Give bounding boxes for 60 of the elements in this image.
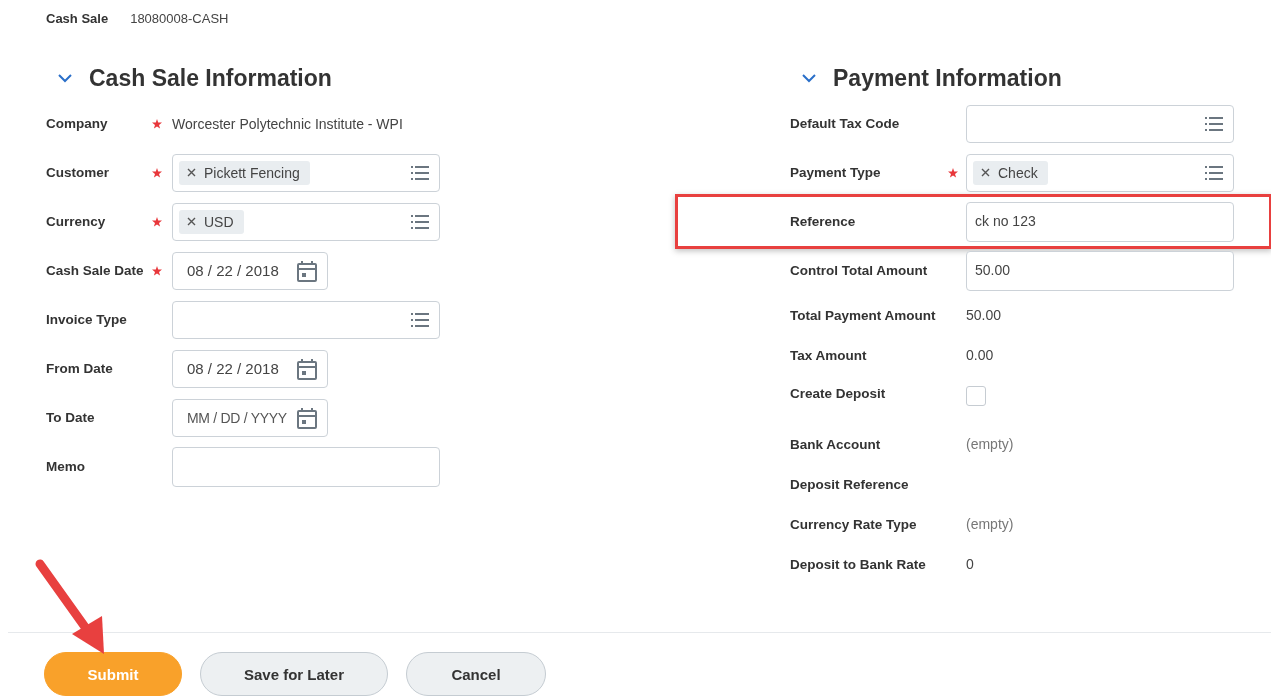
chevron-down-icon[interactable] [58, 73, 72, 83]
date-value: 08 / 22 / 2018 [187, 262, 279, 279]
token-text: USD [204, 213, 234, 230]
field-label: Create Deposit [790, 386, 887, 401]
lookup-field[interactable] [966, 104, 1234, 143]
field-value: 0.00 [966, 347, 994, 363]
list-icon [411, 214, 429, 229]
field-value: Worcester Polytechnic Institute - WPI [172, 115, 403, 132]
lookup-field[interactable]: Check [966, 153, 1234, 192]
field-value: 50.00 [966, 307, 1002, 323]
field-label: Control Total Amount [790, 263, 929, 278]
date-value: 08 / 22 / 2018 [187, 360, 279, 377]
date-field[interactable]: 08 / 22 / 2018 [172, 251, 328, 290]
field-label: From Date [46, 361, 114, 376]
list-icon [1205, 165, 1223, 180]
field-label: Currency Rate Type [790, 516, 918, 532]
section-title: Cash Sale Information [89, 64, 332, 92]
field-value: 0 [966, 556, 974, 572]
date-field[interactable]: 08 / 22 / 2018 [172, 349, 328, 388]
remove-icon [981, 168, 990, 177]
date-placeholder: MM / DD / YYYY [187, 409, 287, 426]
date-field[interactable]: MM / DD / YYYY [172, 398, 328, 437]
field-label: Deposit to Bank Rate [790, 556, 927, 572]
field-label: Bank Account [790, 436, 882, 452]
list-icon [411, 165, 429, 180]
field-label: To Date [46, 410, 96, 425]
field-label: Invoice Type [46, 312, 128, 327]
list-icon [411, 312, 429, 327]
field-label: Customer [46, 165, 110, 180]
remove-icon [187, 168, 196, 177]
field-label: Reference [790, 214, 857, 229]
field-label: Payment Type [790, 165, 882, 180]
lookup-field[interactable] [172, 300, 440, 339]
field-label: Cash Sale Date [46, 263, 145, 278]
chevron-down-icon[interactable] [802, 73, 816, 83]
token-text: Check [998, 164, 1038, 181]
field-label: Memo [46, 459, 86, 474]
calendar-icon [297, 406, 317, 429]
field-label: Tax Amount [790, 347, 868, 363]
field-label: Deposit Reference [790, 476, 910, 492]
checkbox[interactable] [966, 386, 986, 406]
lookup-field[interactable]: USD [172, 202, 440, 241]
section-title: Payment Information [833, 64, 1062, 92]
field-label: Currency [46, 214, 107, 229]
action-button[interactable]: Cancel [406, 652, 546, 696]
lookup-field[interactable]: Pickett Fencing [172, 153, 440, 192]
field-label: Total Payment Amount [790, 307, 937, 323]
token-text: Pickett Fencing [204, 164, 300, 181]
list-icon [1205, 116, 1223, 131]
remove-icon [187, 217, 196, 226]
record-id: 18080008-CASH [130, 10, 229, 26]
text-field[interactable]: ck no 123 [966, 201, 1234, 242]
text-field[interactable] [172, 446, 440, 487]
record-label: Cash Sale [46, 10, 109, 26]
action-button[interactable]: Save for Later [200, 652, 388, 696]
calendar-icon [297, 357, 317, 380]
calendar-icon [297, 259, 317, 282]
text-field[interactable]: 50.00 [966, 250, 1234, 291]
field-label: Default Tax Code [790, 116, 901, 131]
field-label: Company [46, 116, 109, 131]
